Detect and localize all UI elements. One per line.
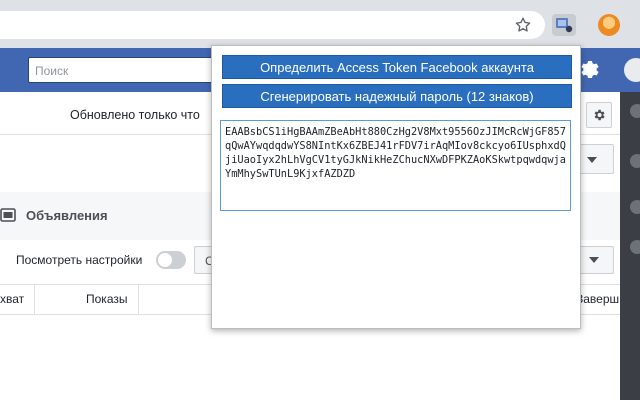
rail-icon[interactable] bbox=[630, 200, 640, 214]
section-title: Объявления bbox=[26, 208, 108, 223]
column-separator bbox=[138, 284, 139, 314]
column-header-end[interactable]: Заверш bbox=[576, 292, 619, 306]
ads-icon bbox=[0, 208, 16, 222]
chevron-down-icon bbox=[589, 257, 599, 263]
view-settings-toggle[interactable] bbox=[156, 251, 186, 269]
token-output-textarea[interactable]: EAABsbCS1iHgBAAmZBeAbHt880CzHg2V8Mxt9556… bbox=[220, 120, 571, 211]
view-settings-label: Посмотреть настройки bbox=[16, 253, 143, 267]
extension-popup: Определить Access Token Facebook аккаунт… bbox=[211, 45, 581, 329]
column-separator bbox=[34, 284, 35, 314]
search-placeholder: Поиск bbox=[35, 64, 69, 78]
rail-icon[interactable] bbox=[630, 104, 640, 118]
toggle-knob bbox=[158, 253, 172, 267]
help-icon[interactable] bbox=[624, 58, 640, 82]
address-bar[interactable] bbox=[0, 11, 545, 39]
search-input[interactable]: Поиск bbox=[28, 57, 220, 83]
star-icon[interactable] bbox=[514, 16, 532, 34]
rail-icon[interactable] bbox=[630, 154, 640, 168]
settings-button[interactable] bbox=[586, 102, 612, 128]
gear-icon[interactable] bbox=[578, 58, 602, 82]
column-header-reach[interactable]: хват bbox=[0, 292, 24, 306]
profile-avatar[interactable] bbox=[598, 14, 620, 36]
get-access-token-button[interactable]: Определить Access Token Facebook аккаунт… bbox=[222, 55, 572, 79]
gear-icon bbox=[594, 109, 605, 121]
generate-password-button[interactable]: Сгенерировать надежный пароль (12 знаков… bbox=[222, 84, 572, 108]
extension-icon[interactable] bbox=[552, 14, 576, 36]
rail-icon[interactable] bbox=[630, 240, 640, 254]
chevron-down-icon bbox=[587, 157, 597, 163]
column-header-impressions[interactable]: Показы bbox=[86, 292, 127, 306]
updated-status: Обновлено только что bbox=[70, 108, 200, 122]
